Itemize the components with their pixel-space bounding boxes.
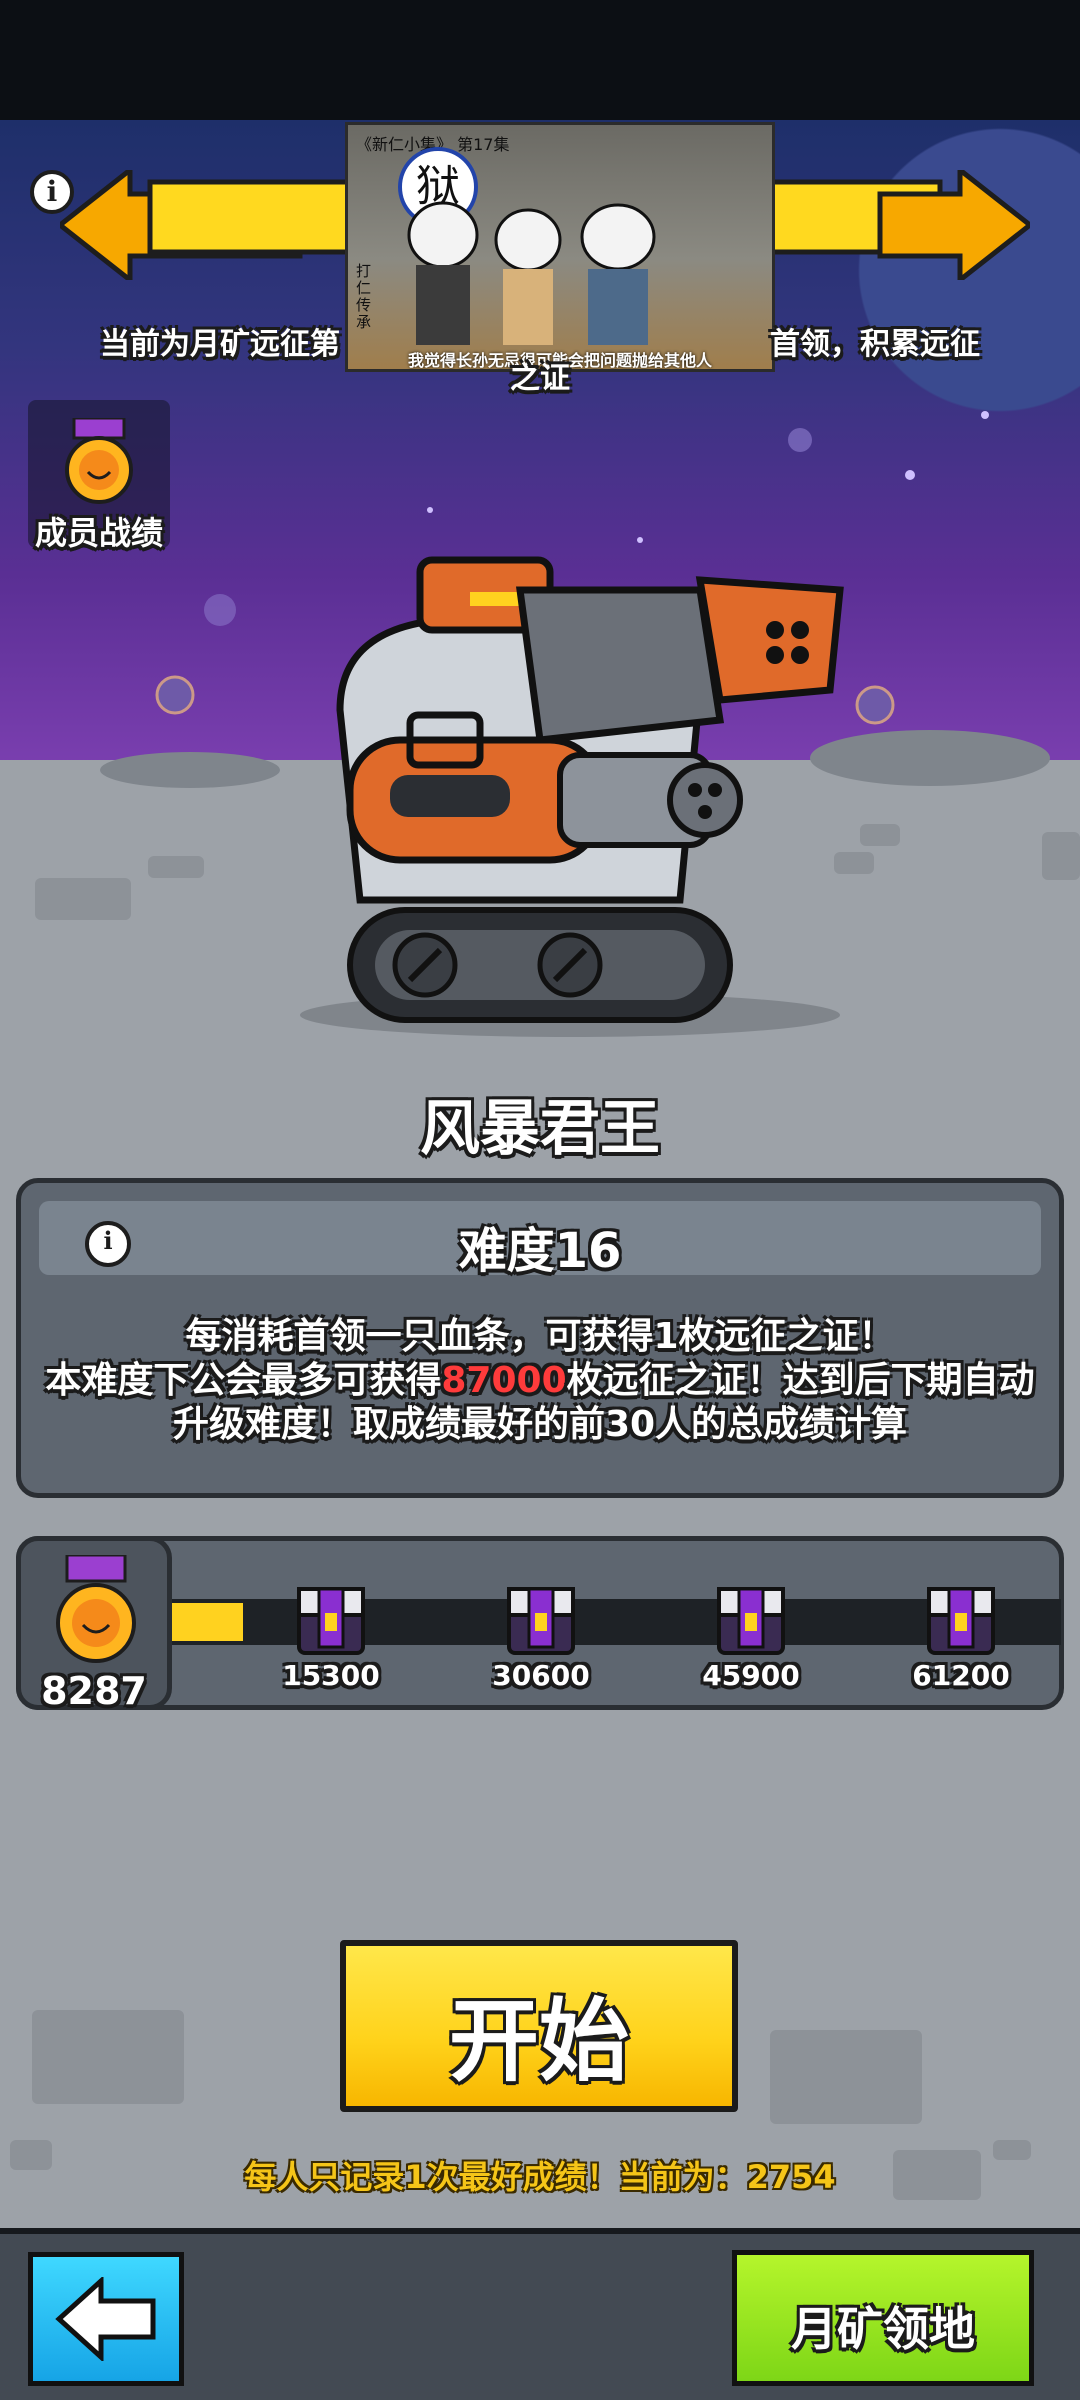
rock xyxy=(148,856,204,878)
status-bar xyxy=(0,0,1080,120)
rock xyxy=(35,878,131,920)
description-line-2: 本难度下公会最多可获得87000枚远征之证！达到后下期自动 xyxy=(21,1359,1059,1403)
info-icon[interactable]: i xyxy=(30,170,74,214)
reward-progress-panel: 8287 15300 30600 45900 61200 xyxy=(16,1536,1064,1713)
max-reward-value: 87000 xyxy=(441,1360,567,1401)
difficulty-panel: i 难度16 每消耗首领一只血条，可获得1枚远征之证！ 本难度下公会最多可获得8… xyxy=(16,1178,1064,1498)
milestone-label: 61200 xyxy=(912,1659,1010,1692)
banner-text-line2: 之证 xyxy=(510,361,570,396)
member-record-button[interactable]: 成员战绩 xyxy=(28,400,170,552)
record-note: 每人只记录1次最好成绩！当前为：2754 xyxy=(244,2158,836,2196)
chest-icon[interactable] xyxy=(925,1585,997,1657)
left-header-arrow xyxy=(55,164,363,286)
rock xyxy=(860,824,900,846)
difficulty-description: 每消耗首领一只血条，可获得1枚远征之证！ 本难度下公会最多可获得87000枚远征… xyxy=(21,1315,1059,1447)
difficulty-header: i 难度16 xyxy=(39,1201,1041,1279)
start-button[interactable]: 开始 xyxy=(340,1940,738,2112)
back-button[interactable] xyxy=(28,2252,184,2386)
banner-text-left: 当前为月矿远征第 xyxy=(100,327,340,362)
chest-icon[interactable] xyxy=(505,1585,577,1657)
chest-icon[interactable] xyxy=(295,1585,367,1657)
expedition-banner-text: 当前为月矿远征第 首领，积累远征 之证 xyxy=(60,328,1020,396)
progress-fill xyxy=(171,1603,243,1641)
back-arrow-icon xyxy=(55,2277,156,2361)
current-score-box: 8287 xyxy=(16,1536,172,1713)
watermark: 打仁传承 xyxy=(356,262,372,331)
chest-icon[interactable] xyxy=(715,1585,787,1657)
description-line-3: 升级难度！取成绩最好的前30人的总成绩计算 xyxy=(172,1404,908,1445)
milestone-label: 45900 xyxy=(702,1659,800,1692)
rock xyxy=(32,2010,184,2104)
current-score: 8287 xyxy=(41,1669,147,1713)
medal-icon xyxy=(65,418,133,504)
member-record-label: 成员战绩 xyxy=(34,514,163,552)
start-label: 开始 xyxy=(449,1989,629,2094)
boss-tank-image xyxy=(300,556,844,1037)
right-header-arrow xyxy=(767,164,1035,286)
difficulty-label: 难度16 xyxy=(458,1223,622,1279)
banner-text-right: 首领，积累远征 xyxy=(770,327,980,362)
moon-land-button[interactable]: 月矿领地 xyxy=(732,2250,1034,2386)
milestone-label: 30600 xyxy=(492,1659,590,1692)
moon-land-label: 月矿领地 xyxy=(791,2302,975,2356)
rock xyxy=(1042,832,1080,880)
boss-name: 风暴君王 xyxy=(420,1094,660,1164)
rock xyxy=(770,2030,922,2124)
milestone-label: 15300 xyxy=(282,1659,380,1692)
crater xyxy=(100,752,280,788)
medal-icon xyxy=(56,1555,136,1663)
description-line-2-pre: 本难度下公会最多可获得 xyxy=(45,1360,442,1401)
description-line-1: 每消耗首领一只血条，可获得1枚远征之证！ xyxy=(185,1316,895,1357)
cartoon-characters xyxy=(407,201,656,345)
description-line-2-post: 枚远征之证！达到后下期自动 xyxy=(566,1360,1035,1401)
